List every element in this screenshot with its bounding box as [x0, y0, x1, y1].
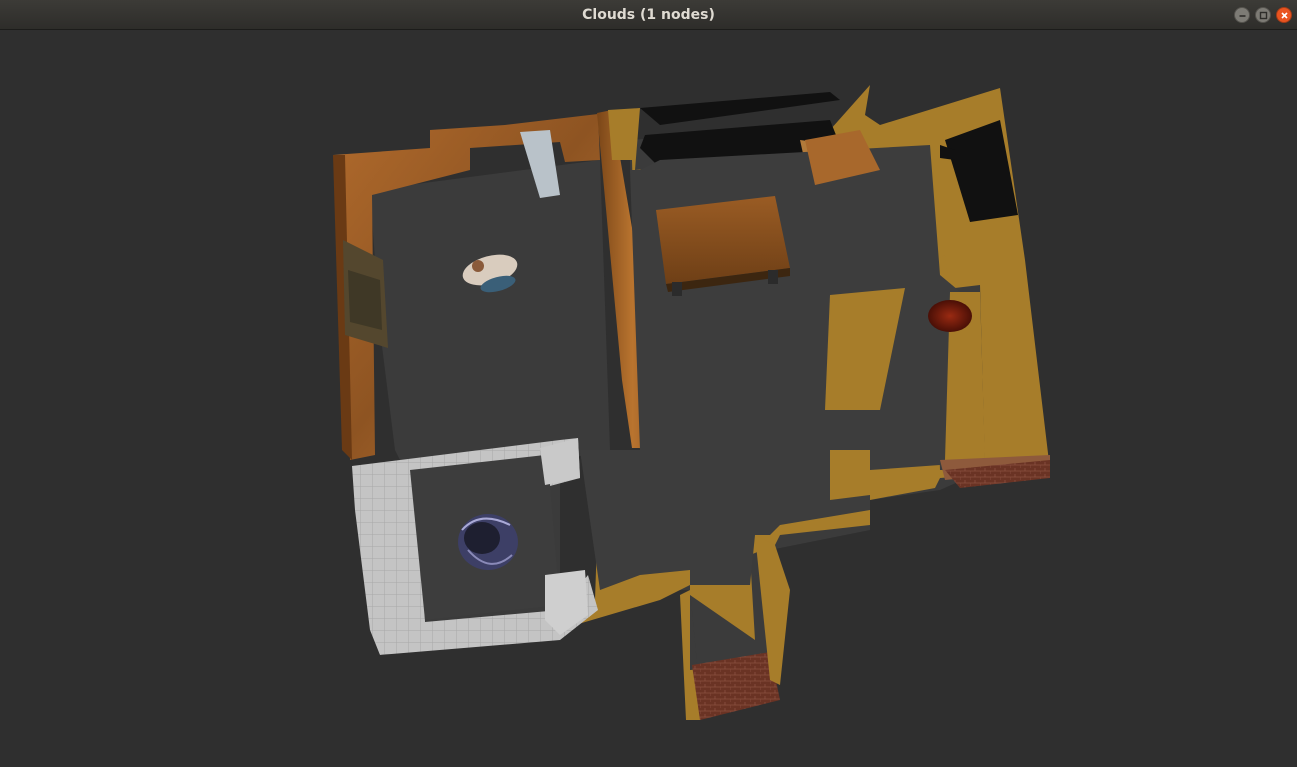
bathroom-fixture — [458, 514, 518, 570]
window-title: Clouds (1 nodes) — [582, 7, 715, 23]
application-window: Clouds (1 nodes) — [0, 0, 1297, 767]
3d-viewport[interactable] — [0, 30, 1297, 767]
close-button[interactable] — [1276, 7, 1292, 23]
close-icon — [1281, 12, 1288, 19]
table — [656, 196, 790, 296]
maximize-button[interactable] — [1255, 7, 1271, 23]
minimize-icon — [1239, 15, 1246, 17]
minimize-button[interactable] — [1234, 7, 1250, 23]
title-bar[interactable]: Clouds (1 nodes) — [0, 0, 1297, 30]
plant — [928, 300, 972, 332]
point-cloud-map — [333, 85, 1050, 720]
maximize-icon — [1259, 11, 1268, 20]
